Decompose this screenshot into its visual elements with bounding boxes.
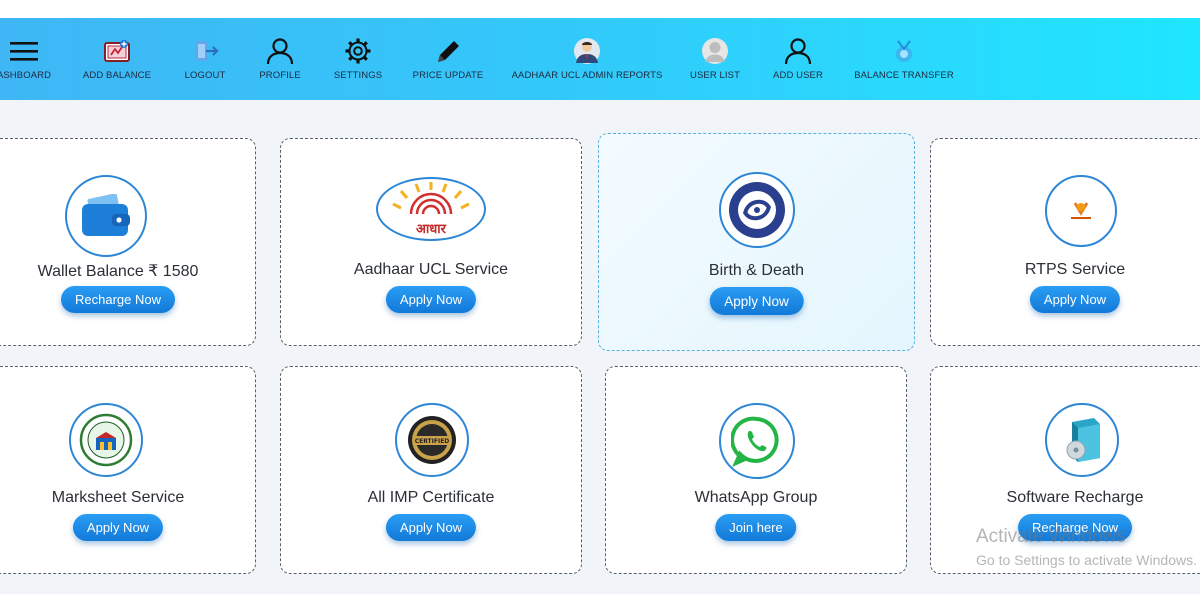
nav-dashboard[interactable]: ASHBOARD <box>0 18 56 100</box>
nav-label: PRICE UPDATE <box>412 70 484 81</box>
activate-windows-subtitle: Go to Settings to activate Windows. <box>976 552 1197 568</box>
add-user-icon <box>783 37 813 65</box>
nav-balance-transfer[interactable]: BALANCE TRANSFER <box>853 18 955 100</box>
software-box-icon <box>1045 403 1119 477</box>
card-title: Software Recharge <box>1006 489 1144 506</box>
card-title: All IMP Certificate <box>367 489 495 506</box>
aadhaar-logo-text: आधार <box>416 222 447 236</box>
rtps-logo-icon <box>1045 175 1117 247</box>
nav-logout[interactable]: LOGOUT <box>180 18 230 100</box>
top-nav-bar: ASHBOARD ADD BALANCE LOGOUT PROFILE SETT <box>0 18 1200 100</box>
card-title: WhatsApp Group <box>694 489 818 506</box>
nav-add-balance[interactable]: ADD BALANCE <box>82 18 152 100</box>
card-all-imp-certificate: CERTIFIED All IMP Certificate Apply Now <box>280 366 582 574</box>
apply-now-button[interactable]: Apply Now <box>709 287 804 315</box>
card-birth-death: Birth & Death Apply Now <box>598 133 915 351</box>
apply-now-button[interactable]: Apply Now <box>385 286 477 313</box>
logout-icon <box>190 37 220 65</box>
certified-badge-icon: CERTIFIED <box>395 403 469 477</box>
nav-label: SETTINGS <box>333 70 383 81</box>
user-icon <box>265 37 295 65</box>
activate-windows-title: Activate Windows <box>976 526 1126 547</box>
admin-avatar-icon <box>572 37 602 65</box>
nav-label: AADHAAR UCL ADMIN REPORTS <box>511 70 663 81</box>
wallet-icon <box>65 175 147 257</box>
card-whatsapp-group: WhatsApp Group Join here <box>605 366 907 574</box>
nav-label: USER LIST <box>690 70 740 81</box>
nav-add-user[interactable]: ADD USER <box>770 18 826 100</box>
card-title: Marksheet Service <box>51 489 185 506</box>
recharge-now-button[interactable]: Recharge Now <box>61 286 175 313</box>
nav-user-list[interactable]: USER LIST <box>690 18 740 100</box>
card-title: Birth & Death <box>708 262 805 279</box>
apply-now-button[interactable]: Apply Now <box>72 514 164 541</box>
card-title: Wallet Balance ₹ 1580 <box>37 263 199 280</box>
certified-text: CERTIFIED <box>415 438 450 445</box>
gear-icon <box>343 37 373 65</box>
card-marksheet-service: Marksheet Service Apply Now <box>0 366 256 574</box>
whatsapp-icon <box>719 403 795 479</box>
page: ASHBOARD ADD BALANCE LOGOUT PROFILE SETT <box>0 0 1200 610</box>
nav-label: PROFILE <box>259 70 301 81</box>
nav-label: ADD BALANCE <box>82 70 152 81</box>
card-aadhaar-ucl: आधार Aadhaar UCL Service Apply Now <box>280 138 582 346</box>
nav-settings[interactable]: SETTINGS <box>330 18 386 100</box>
card-title: Aadhaar UCL Service <box>353 261 509 278</box>
nav-label: LOGOUT <box>184 70 226 81</box>
aadhaar-logo-icon: आधार <box>376 177 486 241</box>
menu-icon <box>9 37 39 65</box>
user-avatar-icon <box>700 37 730 65</box>
join-here-button[interactable]: Join here <box>715 514 797 541</box>
card-rtps-service: RTPS Service Apply Now <box>930 138 1200 346</box>
pencil-icon <box>433 37 463 65</box>
nav-label: BALANCE TRANSFER <box>854 70 954 81</box>
nav-price-update[interactable]: PRICE UPDATE <box>410 18 486 100</box>
card-title: RTPS Service <box>1024 261 1126 278</box>
education-board-icon <box>69 403 143 477</box>
crs-emblem-icon <box>719 172 795 248</box>
nav-label: ASHBOARD <box>0 70 52 81</box>
nav-profile[interactable]: PROFILE <box>255 18 305 100</box>
service-grid: Wallet Balance ₹ 1580 Recharge Now आधार <box>0 100 1200 594</box>
nav-aadhaar-ucl-admin-reports[interactable]: AADHAAR UCL ADMIN REPORTS <box>512 18 662 100</box>
apply-now-button[interactable]: Apply Now <box>1029 286 1121 313</box>
card-wallet-balance: Wallet Balance ₹ 1580 Recharge Now <box>0 138 256 346</box>
transfer-icon <box>889 37 919 65</box>
nav-label: ADD USER <box>773 70 823 81</box>
wallet-add-icon <box>102 37 132 65</box>
apply-now-button[interactable]: Apply Now <box>385 514 477 541</box>
